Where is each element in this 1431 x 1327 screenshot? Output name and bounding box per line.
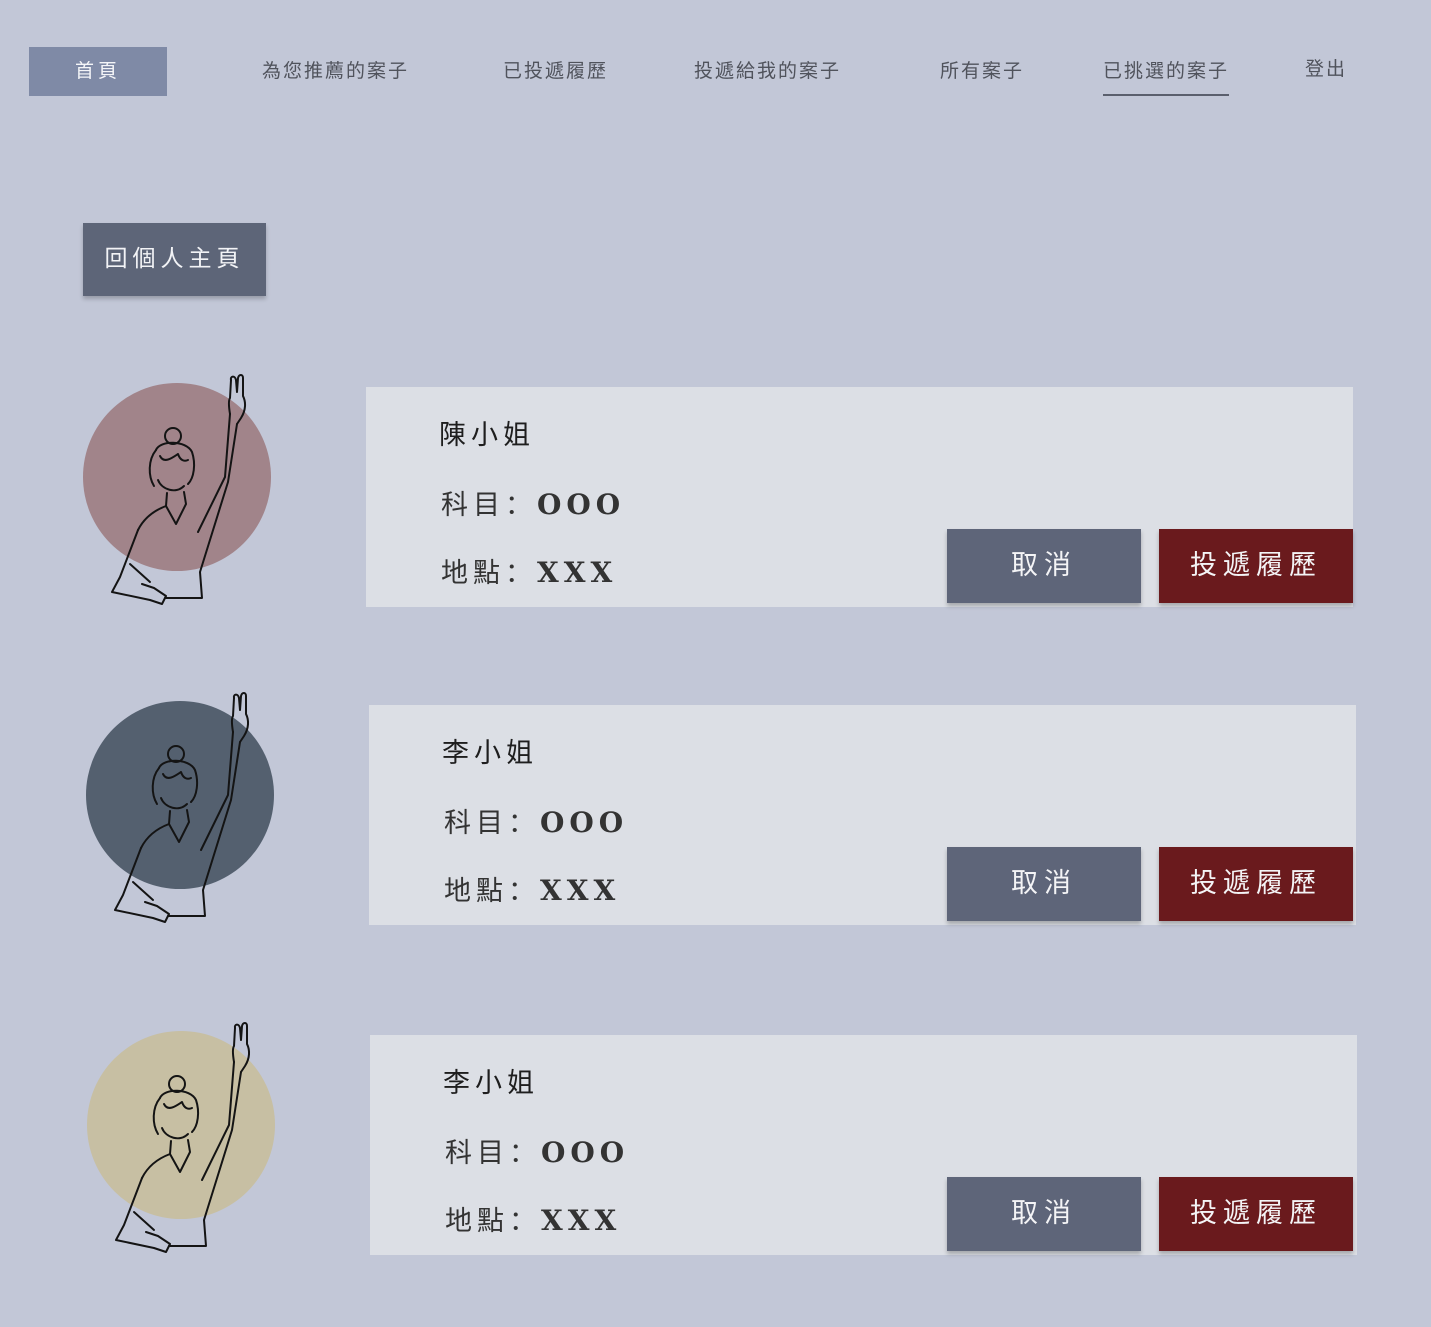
place-label: 地點：	[444, 876, 540, 907]
cancel-button[interactable]: 取消	[947, 1177, 1141, 1251]
place-value: XXX	[541, 1204, 622, 1237]
subject-row: 科目：OOO	[444, 801, 628, 840]
subject-label: 科目：	[444, 808, 540, 839]
place-row: 地點：XXX	[441, 551, 617, 590]
nav-logout[interactable]: 登出	[1305, 45, 1347, 94]
candidate-card: 陳小姐 科目：OOO 地點：XXX 取消 投遞履歷	[366, 387, 1353, 607]
nav-selected[interactable]: 已挑選的案子	[1103, 47, 1230, 96]
subject-label: 科目：	[441, 490, 537, 521]
avatar-circle	[86, 701, 274, 889]
subject-value: OOO	[541, 1136, 630, 1169]
submit-resume-button[interactable]: 投遞履歷	[1159, 529, 1353, 603]
place-value: XXX	[540, 874, 621, 907]
back-to-profile-button[interactable]: 回個人主頁	[83, 223, 266, 296]
avatar-circle	[83, 383, 271, 571]
subject-value: OOO	[540, 806, 629, 839]
place-row: 地點：XXX	[444, 869, 620, 908]
candidate-card: 李小姐 科目：OOO 地點：XXX 取消 投遞履歷	[369, 705, 1356, 925]
avatar	[83, 374, 271, 605]
nav-home[interactable]: 首頁	[29, 47, 167, 96]
avatar	[86, 692, 274, 923]
cancel-button[interactable]: 取消	[947, 847, 1141, 921]
place-label: 地點：	[441, 558, 537, 589]
nav-all[interactable]: 所有案子	[940, 47, 1024, 96]
avatar-circle	[87, 1031, 275, 1219]
candidate-card: 李小姐 科目：OOO 地點：XXX 取消 投遞履歷	[370, 1035, 1357, 1255]
subject-label: 科目：	[445, 1138, 541, 1169]
submit-resume-button[interactable]: 投遞履歷	[1159, 847, 1353, 921]
subject-row: 科目：OOO	[445, 1131, 629, 1170]
place-label: 地點：	[445, 1206, 541, 1237]
place-row: 地點：XXX	[445, 1199, 621, 1238]
avatar	[87, 1022, 275, 1253]
candidate-name: 李小姐	[443, 1068, 539, 1099]
subject-value: OOO	[537, 488, 626, 521]
nav-recommended[interactable]: 為您推薦的案子	[262, 47, 409, 96]
subject-row: 科目：OOO	[441, 483, 625, 522]
nav-submitted[interactable]: 已投遞履歷	[503, 47, 608, 96]
candidate-name: 陳小姐	[439, 420, 535, 451]
place-value: XXX	[537, 556, 618, 589]
nav-received[interactable]: 投遞給我的案子	[694, 47, 841, 96]
submit-resume-button[interactable]: 投遞履歷	[1159, 1177, 1353, 1251]
cancel-button[interactable]: 取消	[947, 529, 1141, 603]
candidate-name: 李小姐	[442, 738, 538, 769]
